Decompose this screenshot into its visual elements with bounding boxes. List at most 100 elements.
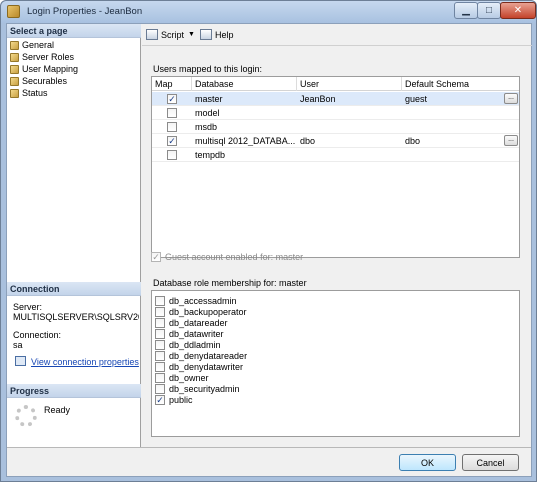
list-item[interactable]: db_backupoperator — [155, 306, 247, 317]
role-checkbox[interactable] — [155, 328, 165, 339]
dialog-body: Select a page General Server Roles User … — [6, 23, 532, 477]
maximize-icon: □ — [485, 5, 493, 16]
footer-divider — [7, 447, 531, 448]
guest-account-label: Guest account enabled for: master — [165, 252, 304, 262]
page-item-securables[interactable]: Securables — [10, 75, 67, 87]
database-cell: multisql 2012_DATABA... — [195, 136, 295, 146]
server-label: Server: — [13, 302, 43, 312]
guest-account-option: ✓ Guest account enabled for: master — [151, 252, 303, 262]
progress-spinner-icon — [15, 405, 37, 427]
page-item-label: General — [22, 40, 55, 50]
default-schema-cell[interactable]: guest — [405, 94, 500, 104]
role-checkbox[interactable] — [155, 339, 165, 350]
connection-properties-icon[interactable] — [15, 356, 26, 366]
column-header-database[interactable]: Database — [192, 77, 297, 91]
app-icon — [7, 5, 20, 18]
user-cell[interactable]: dbo — [300, 136, 398, 146]
column-header-map[interactable]: Map — [152, 77, 192, 91]
page-item-status[interactable]: Status — [10, 87, 48, 99]
role-label: db_ddladmin — [169, 339, 221, 350]
role-membership-list: db_accessadmin db_backupoperator db_datare… — [151, 290, 520, 437]
left-pane: Select a page General Server Roles User … — [7, 24, 141, 447]
role-label: db_denydatareader — [169, 350, 248, 361]
progress-header: Progress — [7, 384, 141, 398]
cancel-button[interactable]: Cancel — [462, 454, 519, 471]
default-schema-cell[interactable]: dbo — [405, 136, 500, 146]
script-icon — [146, 29, 158, 40]
map-checkbox[interactable] — [167, 150, 177, 160]
role-label: db_backupoperator — [169, 306, 247, 317]
column-header-default-schema[interactable]: Default Schema — [402, 77, 519, 91]
page-icon — [10, 52, 19, 62]
table-row[interactable]: tempdb — [152, 148, 519, 162]
chevron-down-icon: ▼ — [188, 31, 195, 38]
list-item[interactable]: db_owner — [155, 372, 209, 383]
maximize-button[interactable]: □ — [477, 2, 501, 19]
role-label: db_datawriter — [169, 328, 224, 339]
map-checkbox[interactable]: ✓ — [167, 136, 177, 146]
browse-schema-button[interactable]: ... — [504, 93, 518, 104]
page-icon — [10, 40, 19, 50]
role-membership-label: Database role membership for: master — [153, 278, 307, 288]
database-cell: tempdb — [195, 150, 226, 160]
minimize-button[interactable]: ▁ — [454, 2, 478, 19]
page-item-user-mapping[interactable]: User Mapping — [10, 63, 78, 75]
map-checkbox[interactable]: ✓ — [167, 94, 177, 104]
map-checkbox[interactable] — [167, 122, 177, 132]
database-cell: msdb — [195, 122, 218, 132]
role-label: public — [169, 394, 193, 405]
role-label: db_owner — [169, 372, 209, 383]
role-label: db_accessadmin — [169, 295, 237, 306]
page-item-general[interactable]: General — [10, 39, 54, 51]
minimize-icon: ▁ — [462, 5, 470, 16]
ok-button[interactable]: OK — [399, 454, 456, 471]
role-checkbox[interactable]: ✓ — [155, 394, 165, 405]
help-button[interactable]: Help — [200, 29, 234, 40]
help-icon — [200, 29, 212, 40]
connection-value: sa — [13, 340, 23, 350]
script-button[interactable]: Script ▼ — [146, 29, 195, 40]
close-icon: ✕ — [513, 5, 523, 16]
page-icon — [10, 76, 19, 86]
list-item[interactable]: ✓ public — [155, 394, 193, 405]
list-item[interactable]: db_denydatawriter — [155, 361, 243, 372]
list-item[interactable]: db_denydatareader — [155, 350, 247, 361]
database-cell: master — [195, 94, 223, 104]
window-title: Login Properties - JeanBon — [27, 6, 143, 17]
role-checkbox[interactable] — [155, 350, 165, 361]
database-cell: model — [195, 108, 220, 118]
users-mapped-label: Users mapped to this login: — [153, 64, 263, 74]
title-bar[interactable]: Login Properties - JeanBon ▁ □ ✕ — [1, 1, 536, 23]
view-connection-properties-link[interactable]: View connection properties — [31, 357, 139, 367]
role-label: db_denydatawriter — [169, 361, 244, 372]
page-item-server-roles[interactable]: Server Roles — [10, 51, 74, 63]
progress-status: Ready — [44, 405, 71, 415]
role-checkbox[interactable] — [155, 372, 165, 383]
column-header-user[interactable]: User — [297, 77, 402, 91]
login-properties-window: Login Properties - JeanBon ▁ □ ✕ Select … — [0, 0, 537, 482]
list-item[interactable]: db_datareader — [155, 317, 228, 328]
map-checkbox[interactable] — [167, 108, 177, 118]
table-row[interactable]: msdb — [152, 120, 519, 134]
select-page-header: Select a page — [7, 24, 141, 38]
role-checkbox[interactable] — [155, 383, 165, 394]
page-item-label: Securables — [22, 76, 68, 86]
list-item[interactable]: db_accessadmin — [155, 295, 237, 306]
role-checkbox[interactable] — [155, 317, 165, 328]
role-checkbox[interactable] — [155, 361, 165, 372]
table-row[interactable]: model — [152, 106, 519, 120]
users-mapped-grid: Map Database User Default Schema ✓ master… — [151, 76, 520, 258]
role-checkbox[interactable] — [155, 306, 165, 317]
page-item-label: User Mapping — [22, 64, 79, 74]
list-item[interactable]: db_ddladmin — [155, 339, 221, 350]
table-row[interactable]: ✓ multisql 2012_DATABA... dbo dbo... — [152, 134, 519, 148]
toolbar: Script ▼ Help — [142, 24, 532, 46]
close-button[interactable]: ✕ — [500, 2, 536, 19]
role-checkbox[interactable] — [155, 295, 165, 306]
list-item[interactable]: db_datawriter — [155, 328, 224, 339]
browse-schema-button[interactable]: ... — [504, 135, 518, 146]
list-item[interactable]: db_securityadmin — [155, 383, 240, 394]
page-icon — [10, 88, 19, 98]
user-cell[interactable]: JeanBon — [300, 94, 398, 104]
table-row[interactable]: ✓ master JeanBon guest... — [152, 92, 519, 106]
